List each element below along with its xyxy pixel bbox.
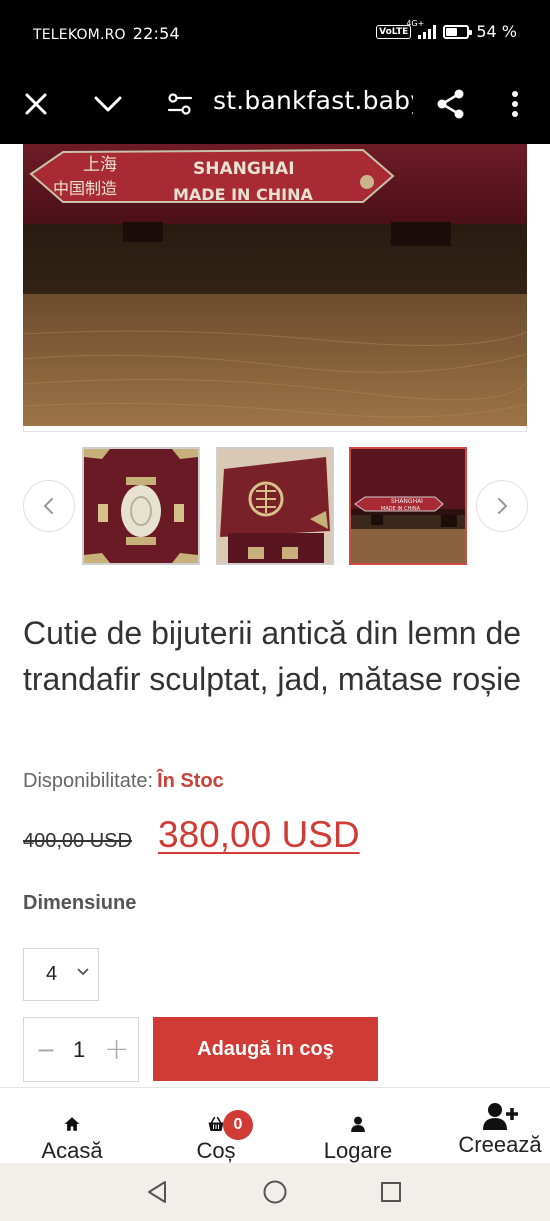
availability: Disponibilitate: În Stoc: [23, 770, 224, 793]
svg-text:上海: 上海: [83, 155, 117, 175]
user-icon: [351, 1116, 365, 1132]
home-circle-icon[interactable]: [261, 1178, 289, 1206]
dimension-select[interactable]: 4: [23, 948, 99, 1001]
product-main-image[interactable]: SHANGHAI MADE IN CHINA 中国制造 上海: [23, 144, 527, 426]
thumbnail-label[interactable]: SHANGHAI MADE IN CHINA: [349, 447, 467, 565]
recents-icon[interactable]: [377, 1178, 405, 1206]
svg-text:中国制造: 中国制造: [53, 179, 117, 198]
sale-price: 380,00 USD: [158, 814, 360, 855]
nav-cart-label: Coș: [196, 1138, 236, 1163]
more-vert-icon[interactable]: [498, 87, 532, 121]
bottom-app-nav: Acasă 0 Coș Logare Creează: [0, 1087, 550, 1163]
nav-login-label: Logare: [323, 1138, 393, 1163]
old-price: 400,00 USD: [23, 830, 132, 852]
status-left: TELEKOM.RO 22:54: [33, 24, 180, 43]
status-time: 22:54: [132, 24, 180, 43]
close-icon[interactable]: [19, 87, 53, 121]
share-icon[interactable]: [434, 87, 468, 121]
system-nav-bar: [0, 1163, 550, 1221]
cart-count-badge: 0: [223, 1110, 253, 1140]
hero-label-shanghai: SHANGHAI: [193, 159, 295, 179]
site-settings-icon[interactable]: [163, 87, 197, 121]
browser-toolbar: st.bankfast.baby: [0, 66, 550, 144]
battery-icon: [443, 24, 473, 39]
thumbnail-front[interactable]: [82, 447, 200, 565]
network-type: 4G+: [406, 18, 425, 28]
add-to-cart-button[interactable]: Adaugă in coş: [153, 1017, 378, 1081]
quantity-value[interactable]: 1: [73, 1037, 85, 1063]
nav-login[interactable]: Logare: [323, 1088, 393, 1163]
dimension-label: Dimensiune: [23, 892, 137, 914]
status-bar: TELEKOM.RO 22:54 VoLTE 4G+ 54 %: [0, 0, 550, 66]
svg-text:SHANGHAI: SHANGHAI: [391, 498, 423, 505]
back-icon[interactable]: [143, 1178, 171, 1206]
user-plus-icon: [483, 1103, 518, 1130]
hero-frame: [23, 426, 527, 432]
chevron-right-icon: [498, 498, 508, 514]
chevron-left-icon: [43, 498, 53, 514]
stock-status: În Stoc: [157, 770, 224, 792]
nav-home[interactable]: Acasă: [40, 1088, 104, 1163]
hero-label-made-in-china: MADE IN CHINA: [173, 185, 313, 204]
quantity-increase-button[interactable]: +: [104, 1032, 129, 1067]
status-right: VoLTE 4G+ 54 %: [376, 19, 517, 41]
carousel-next-button[interactable]: [476, 480, 528, 532]
carrier-name: TELEKOM.RO: [33, 27, 126, 43]
chevron-down-icon: [77, 968, 89, 976]
quantity-decrease-button[interactable]: −: [36, 1036, 56, 1064]
thumbnail-top[interactable]: [216, 447, 334, 565]
quantity-stepper: − 1 +: [23, 1017, 139, 1082]
nav-create-account[interactable]: Creează: [450, 1088, 550, 1163]
carousel-prev-button[interactable]: [23, 480, 75, 532]
dimension-value: 4: [46, 963, 58, 985]
chevron-down-icon[interactable]: [91, 87, 125, 121]
svg-text:MADE IN CHINA: MADE IN CHINA: [381, 506, 421, 512]
nav-cart[interactable]: 0 Coș: [180, 1088, 253, 1163]
signal-icon: 4G+: [406, 19, 437, 39]
battery-percent: 54 %: [476, 22, 517, 41]
nav-home-label: Acasă: [41, 1138, 103, 1163]
product-title: Cutie de bijuterii antică din lemn de tr…: [23, 615, 522, 697]
availability-label: Disponibilitate:: [23, 770, 154, 792]
nav-create-label: Creează: [458, 1132, 542, 1157]
home-icon: [64, 1117, 80, 1131]
url-field[interactable]: st.bankfast.baby: [213, 86, 413, 115]
